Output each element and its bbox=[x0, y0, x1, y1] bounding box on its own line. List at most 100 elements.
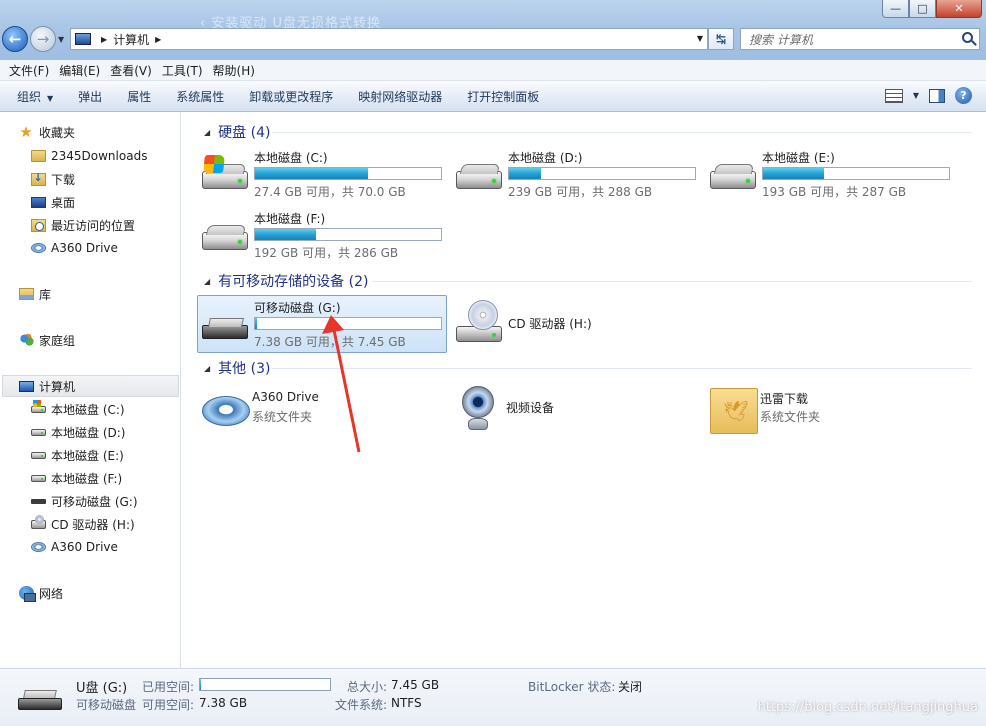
cd-drive-icon bbox=[30, 514, 46, 529]
close-button[interactable]: ✕ bbox=[936, 0, 982, 18]
sidebar-item-drive-g[interactable]: 可移动磁盘 (G:) bbox=[30, 490, 138, 512]
menu-help[interactable]: 帮助(H) bbox=[208, 62, 260, 79]
total-size-value: 7.45 GB bbox=[391, 678, 440, 692]
group-divider bbox=[372, 271, 972, 291]
preview-pane-icon[interactable] bbox=[929, 88, 945, 103]
address-bar[interactable]: ▶ 计算机 ▶ ▼ bbox=[70, 28, 708, 50]
drive-tile-c[interactable]: 本地磁盘 (C:) 27.4 GB 可用，共 70.0 GB bbox=[198, 146, 448, 204]
sidebar-item-desktop[interactable]: 桌面 bbox=[30, 191, 75, 213]
sidebar-item-drive-c[interactable]: 本地磁盘 (C:) bbox=[30, 398, 125, 420]
sidebar-item-a360-drive-computer[interactable]: A360 Drive bbox=[30, 536, 118, 558]
usage-fill bbox=[255, 229, 317, 240]
collapse-triangle-icon[interactable]: ◢ bbox=[204, 277, 210, 286]
eject-button[interactable]: 弹出 bbox=[71, 88, 109, 105]
recent-pages-dropdown[interactable]: ▼ bbox=[58, 35, 64, 44]
sidebar-item-drive-e[interactable]: 本地磁盘 (E:) bbox=[30, 444, 124, 466]
uninstall-program-button[interactable]: 卸载或更改程序 bbox=[242, 88, 340, 105]
usage-fill bbox=[255, 168, 369, 179]
item-name: 视频设备 bbox=[506, 401, 555, 415]
system-properties-button[interactable]: 系统属性 bbox=[169, 88, 231, 105]
refresh-icon: ↹ bbox=[715, 32, 727, 46]
sidebar-computer[interactable]: 计算机 bbox=[2, 375, 179, 397]
drive-free-space: 193 GB 可用，共 287 GB bbox=[762, 185, 907, 199]
network-icon-wrap bbox=[18, 585, 36, 602]
computer-icon-wrap bbox=[18, 378, 34, 394]
chevron-right-icon[interactable]: ▶ bbox=[101, 35, 107, 44]
windows-logo-icon bbox=[203, 155, 225, 173]
open-control-panel-button[interactable]: 打开控制面板 bbox=[460, 88, 546, 105]
menu-file[interactable]: 文件(F) bbox=[4, 62, 54, 79]
breadcrumb-computer[interactable]: 计算机 bbox=[113, 31, 149, 48]
download-folder-icon bbox=[30, 171, 46, 186]
chevron-down-icon[interactable]: ▼ bbox=[913, 91, 919, 100]
hdd-body bbox=[202, 232, 248, 250]
group-header-removable[interactable]: ◢ 有可移动存储的设备 (2) bbox=[204, 271, 368, 291]
search-icon[interactable] bbox=[962, 32, 973, 43]
maximize-button[interactable]: □ bbox=[909, 0, 936, 18]
window-controls: — □ ✕ bbox=[882, 0, 982, 18]
sidebar-item-label: 2345Downloads bbox=[51, 149, 148, 163]
title-bar: ‹ 安装驱动 U盘无损格式转换 — □ ✕ ← → ▼ ▶ 计算机 ▶ ▼ ↹ … bbox=[0, 0, 986, 60]
search-input[interactable]: 搜索 计算机 bbox=[740, 28, 980, 50]
menu-bar: 文件(F) 编辑(E) 查看(V) 工具(T) 帮助(H) bbox=[0, 60, 986, 81]
drive-tile-e[interactable]: 本地磁盘 (E:) 193 GB 可用，共 287 GB bbox=[706, 146, 956, 204]
computer-icon bbox=[18, 380, 34, 392]
sidebar-network[interactable]: 网络 bbox=[18, 582, 63, 604]
map-network-drive-button[interactable]: 映射网络驱动器 bbox=[351, 88, 449, 105]
sidebar-item-drive-d[interactable]: 本地磁盘 (D:) bbox=[30, 421, 125, 443]
item-name: 迅雷下载 bbox=[760, 392, 809, 406]
item-xunlei-downloads[interactable]: 迅雷下载 系统文件夹 bbox=[706, 384, 956, 436]
help-icon[interactable]: ? bbox=[955, 87, 972, 104]
menu-edit[interactable]: 编辑(E) bbox=[54, 62, 105, 79]
sidebar-libraries[interactable]: 库 bbox=[18, 283, 51, 305]
sidebar-item-drive-h[interactable]: CD 驱动器 (H:) bbox=[30, 513, 135, 535]
item-name: A360 Drive bbox=[252, 390, 319, 404]
menu-view[interactable]: 查看(V) bbox=[105, 62, 157, 79]
drive-tile-g[interactable]: 可移动磁盘 (G:) 7.38 GB 可用，共 7.45 GB bbox=[197, 295, 447, 353]
hdd-body bbox=[710, 171, 756, 189]
group-title: 硬盘 (4) bbox=[218, 125, 271, 141]
sidebar-item-label: 网络 bbox=[39, 586, 64, 601]
sidebar-item-recent-places[interactable]: 最近访问的位置 bbox=[30, 214, 135, 236]
drive-tile-d[interactable]: 本地磁盘 (D:) 239 GB 可用，共 288 GB bbox=[452, 146, 702, 204]
drive-tile-h[interactable]: CD 驱动器 (H:) bbox=[452, 295, 702, 353]
organize-label: 组织 bbox=[17, 89, 42, 104]
system-drive-icon bbox=[202, 155, 250, 195]
sidebar-item-drive-f[interactable]: 本地磁盘 (F:) bbox=[30, 467, 122, 489]
forward-button[interactable]: → bbox=[30, 26, 56, 52]
minimize-button[interactable]: — bbox=[882, 0, 909, 18]
group-header-hard-disks[interactable]: ◢ 硬盘 (4) bbox=[204, 122, 270, 142]
file-system-value: NTFS bbox=[391, 696, 422, 710]
group-divider bbox=[272, 358, 972, 378]
a360-drive-icon bbox=[202, 388, 250, 428]
menu-tools[interactable]: 工具(T) bbox=[157, 62, 208, 79]
sidebar-favorites[interactable]: ★ 收藏夹 bbox=[18, 121, 75, 143]
item-a360-drive[interactable]: A360 Drive 系统文件夹 bbox=[198, 384, 448, 436]
refresh-button[interactable]: ↹ bbox=[708, 28, 734, 50]
collapse-triangle-icon[interactable]: ◢ bbox=[204, 364, 210, 373]
collapse-triangle-icon[interactable]: ◢ bbox=[204, 128, 210, 137]
organize-button[interactable]: 组织 ▼ bbox=[10, 88, 60, 105]
usb-icon-wrap bbox=[30, 493, 46, 509]
sidebar-item-a360-drive[interactable]: A360 Drive bbox=[30, 237, 118, 259]
drive-usage-bar bbox=[508, 167, 696, 180]
drive-free-space: 192 GB 可用，共 286 GB bbox=[254, 246, 399, 260]
drive-tile-f[interactable]: 本地磁盘 (F:) 192 GB 可用，共 286 GB bbox=[198, 207, 448, 265]
sidebar-homegroup[interactable]: 家庭组 bbox=[18, 329, 75, 351]
chevron-right-icon[interactable]: ▶ bbox=[155, 35, 161, 44]
sidebar-item-downloads[interactable]: 下载 bbox=[30, 168, 75, 190]
back-button[interactable]: ← bbox=[2, 26, 28, 52]
chevron-down-icon: ▼ bbox=[47, 93, 54, 103]
address-history-dropdown[interactable]: ▼ bbox=[697, 34, 703, 43]
usage-fill bbox=[200, 679, 202, 690]
sidebar-item-2345downloads[interactable]: 2345Downloads bbox=[30, 145, 147, 167]
view-controls: ▼ ? bbox=[884, 87, 972, 104]
group-header-other[interactable]: ◢ 其他 (3) bbox=[204, 358, 270, 378]
usage-fill bbox=[509, 168, 541, 179]
properties-button[interactable]: 属性 bbox=[120, 88, 158, 105]
details-pane: U盘 (G:) 可移动磁盘 已用空间: 可用空间: 7.38 GB 总大小: 7… bbox=[0, 668, 986, 726]
change-view-icon[interactable] bbox=[884, 88, 903, 103]
hard-drive-icon bbox=[456, 163, 504, 195]
item-video-device[interactable]: 视频设备 bbox=[452, 384, 702, 436]
sidebar-item-label: 下载 bbox=[51, 172, 76, 187]
